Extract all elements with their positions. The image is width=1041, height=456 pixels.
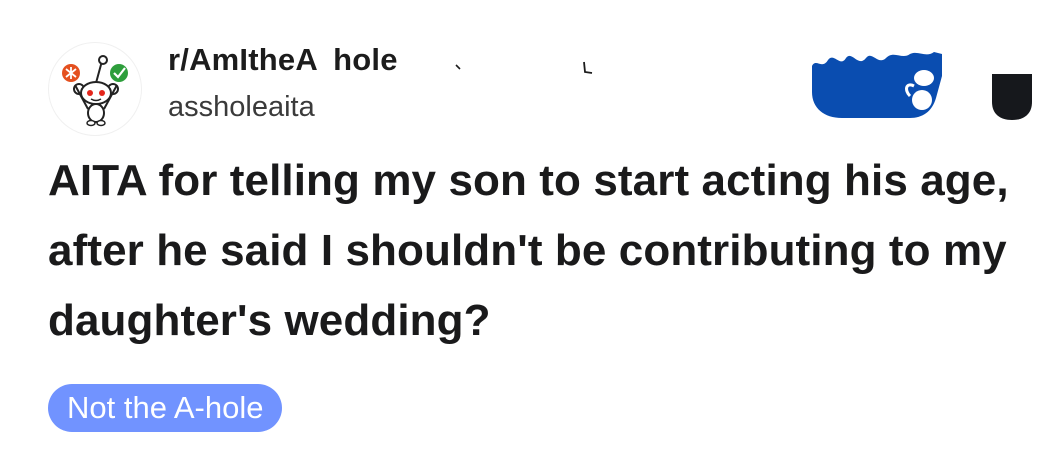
author-username[interactable]: assholeaita	[168, 91, 315, 124]
scribbled-join-button-icon	[812, 52, 942, 118]
snoo-mascot-icon	[62, 55, 128, 127]
join-button[interactable]	[806, 46, 946, 122]
post-flair[interactable]: Not the A-hole	[48, 384, 283, 432]
scribble-mark-icon	[455, 64, 461, 70]
more-options-icon	[992, 74, 1032, 120]
subreddit-avatar[interactable]	[48, 42, 142, 136]
subreddit-name[interactable]: r/AmItheA hole	[168, 42, 398, 78]
post-title[interactable]: AITA for telling my son to start acting …	[48, 146, 1023, 356]
post-header: r/AmItheA hole assholeaita	[48, 40, 1041, 140]
scribble-mark-icon	[583, 61, 593, 74]
more-options-button[interactable]	[988, 72, 1036, 122]
